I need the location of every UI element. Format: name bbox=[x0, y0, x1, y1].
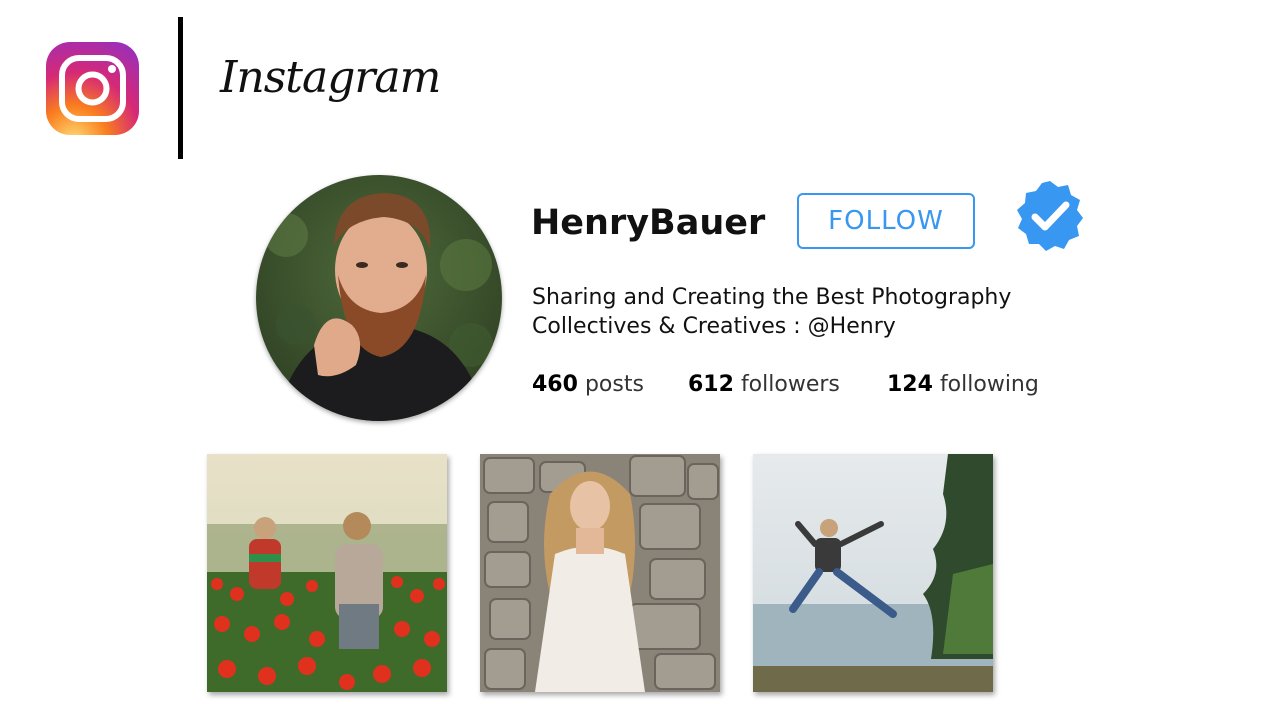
post-thumbnail-tulips[interactable] bbox=[207, 454, 447, 692]
profile-bio: Sharing and Creating the Best Photograph… bbox=[532, 283, 1011, 341]
post-thumbnail-jump[interactable] bbox=[753, 454, 993, 692]
followers-count: 612 bbox=[688, 372, 734, 397]
bio-line: Collectives & Creatives : @Henry bbox=[532, 314, 896, 339]
following-count: 124 bbox=[887, 372, 933, 397]
posts-count: 460 bbox=[532, 372, 578, 397]
instagram-wordmark: Instagram bbox=[220, 52, 441, 103]
verified-badge-icon bbox=[1013, 179, 1087, 253]
stat-following[interactable]: 124 following bbox=[887, 372, 1039, 397]
header-divider bbox=[178, 17, 183, 159]
bio-line: Sharing and Creating the Best Photograph… bbox=[532, 285, 1012, 310]
post-thumbnail-portrait[interactable] bbox=[480, 454, 720, 692]
stat-posts[interactable]: 460 posts bbox=[532, 372, 644, 397]
instagram-logo-icon[interactable] bbox=[46, 42, 139, 135]
profile-username[interactable]: HenryBauer bbox=[531, 203, 765, 243]
posts-label: posts bbox=[584, 372, 644, 397]
followers-label: followers bbox=[740, 372, 840, 397]
stat-followers[interactable]: 612 followers bbox=[688, 372, 840, 397]
profile-avatar[interactable] bbox=[256, 175, 502, 421]
following-label: following bbox=[939, 372, 1039, 397]
follow-button[interactable]: FOLLOW bbox=[797, 193, 975, 249]
